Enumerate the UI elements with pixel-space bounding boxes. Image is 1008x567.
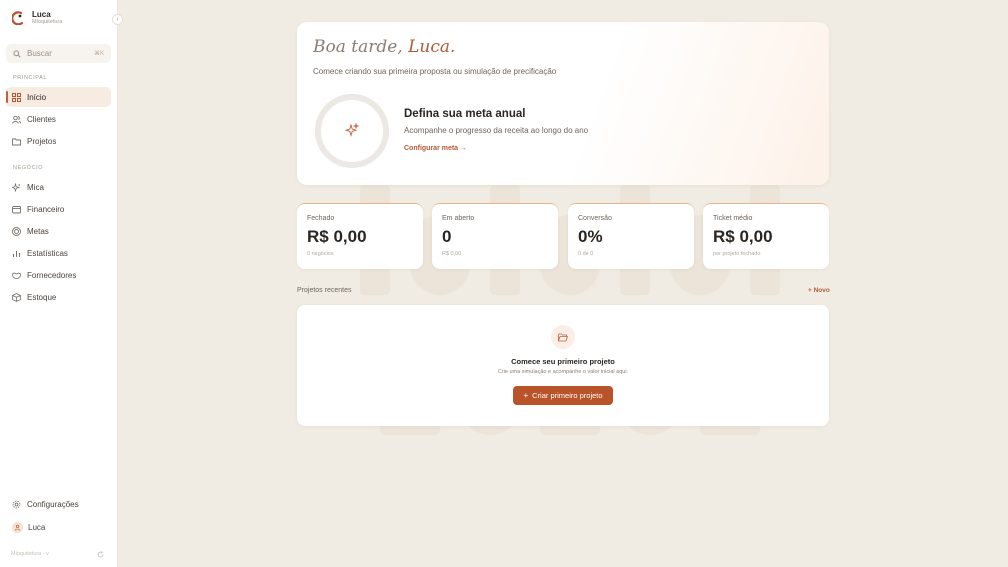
user-icon [14, 524, 21, 531]
wallet-icon [12, 205, 21, 213]
stat-label: Ticket médio [713, 215, 753, 222]
search-box[interactable]: ⌘K [6, 44, 111, 63]
gear-icon [12, 500, 21, 508]
stat-label: Em aberto [442, 215, 475, 222]
empty-state-title: Comece seu primeiro projeto [511, 357, 615, 366]
goal-subtitle: Acompanhe o progresso da receita ao long… [404, 126, 589, 135]
goal-title: Defina sua meta anual [404, 108, 526, 120]
logo-icon [12, 11, 24, 25]
sparkle-icon [344, 122, 360, 137]
goal-progress-ring [315, 94, 389, 168]
stat-note: 0 de 0 [578, 251, 594, 257]
greeting: Boa tarde, Luca. [313, 37, 455, 57]
configure-goal-link[interactable]: Configurar meta → [404, 145, 467, 152]
stat-note: R$ 0,00 [442, 251, 462, 257]
plus-icon: + [523, 391, 529, 400]
bar-chart-icon [13, 250, 20, 257]
sidebar-item-mica[interactable]: Mica [6, 177, 111, 197]
box-icon [12, 292, 21, 302]
sidebar-item-estatisticas[interactable]: Estatísticas [6, 243, 111, 263]
sidebar-footer-text: Mioquitetura · v [11, 551, 49, 557]
brand[interactable]: Luca Mioquitetura [12, 10, 62, 26]
users-icon [12, 115, 21, 124]
sidebar-item-clientes[interactable]: Clientes [6, 109, 111, 129]
grid-icon [12, 92, 21, 102]
stat-card-conversao: Conversão 0% 0 de 0 [568, 203, 694, 269]
hero-subtitle: Comece criando sua primeira proposta ou … [313, 67, 557, 76]
sidebar-item-fornecedores[interactable]: Fornecedores [6, 265, 111, 285]
sidebar-item-inicio[interactable]: Início [6, 87, 111, 107]
stat-card-fechado: Fechado R$ 0,00 0 negócios [297, 203, 423, 269]
refresh-icon[interactable] [97, 551, 104, 558]
search-shortcut: ⌘K [93, 51, 104, 57]
sidebar-item-label: Fornecedores [27, 270, 77, 280]
target-icon [12, 226, 21, 236]
stat-value: 0 [442, 227, 452, 246]
user-menu[interactable]: Luca [6, 517, 111, 537]
sidebar-item-label: Início [27, 92, 47, 102]
handshake-icon [12, 272, 21, 279]
folder-open-icon [558, 333, 568, 341]
sidebar-item-financeiro[interactable]: Financeiro [6, 199, 111, 219]
hero-card: Boa tarde, Luca. Comece criando sua prim… [297, 22, 829, 185]
search-icon [13, 49, 21, 58]
sidebar-item-label: Configurações [27, 499, 79, 509]
sidebar-item-estoque[interactable]: Estoque [6, 287, 111, 307]
section-label-business: NEGÓCIO [13, 165, 44, 171]
stat-card-em-aberto: Em aberto 0 R$ 0,00 [432, 203, 558, 269]
section-label-main: PRINCIPAL [13, 75, 48, 81]
greeting-prefix: Boa tarde, [313, 37, 403, 57]
sidebar-item-label: Metas [27, 226, 49, 236]
user-name: Luca [28, 522, 46, 532]
stat-value: R$ 0,00 [307, 227, 367, 246]
recent-projects-empty-state: Comece seu primeiro projeto Crie uma sim… [297, 305, 829, 426]
avatar [12, 521, 23, 533]
empty-state-subtitle: Crie uma simulação e acompanhe o valor i… [497, 369, 629, 375]
create-first-project-button[interactable]: + Criar primeiro projeto [513, 386, 613, 405]
folder-icon [12, 138, 21, 145]
sidebar-item-label: Financeiro [27, 204, 65, 214]
sidebar-item-label: Clientes [27, 114, 56, 124]
sidebar-item-configuracoes[interactable]: Configurações [6, 494, 111, 514]
sidebar-item-label: Mica [27, 182, 44, 192]
recent-projects-title: Projetos recentes [297, 287, 352, 294]
empty-state-icon [551, 325, 575, 349]
stat-label: Fechado [307, 215, 335, 222]
create-first-project-label: Criar primeiro projeto [532, 391, 603, 400]
new-project-link[interactable]: + Novo [808, 287, 830, 294]
sidebar-item-metas[interactable]: Metas [6, 221, 111, 241]
search-input[interactable] [27, 49, 87, 58]
sidebar-item-label: Projetos [27, 136, 57, 146]
sparkle-icon [12, 182, 21, 192]
stat-label: Conversão [578, 215, 612, 222]
stat-value: 0% [578, 227, 603, 246]
greeting-name: Luca. [408, 37, 456, 57]
collapse-sidebar-button[interactable]: ‹ [112, 14, 123, 25]
sidebar-item-label: Estatísticas [27, 248, 68, 258]
stat-note: por projeto fechado [713, 251, 761, 257]
brand-subtitle: Mioquitetura [32, 19, 63, 25]
sidebar: Luca Mioquitetura ⌘K PRINCIPAL Início Cl… [0, 0, 118, 567]
stat-value: R$ 0,00 [713, 227, 773, 246]
brand-name: Luca [32, 10, 51, 19]
stat-note: 0 negócios [307, 251, 334, 257]
sidebar-item-label: Estoque [27, 292, 57, 302]
stat-card-ticket-medio: Ticket médio R$ 0,00 por projeto fechado [703, 203, 829, 269]
sidebar-item-projetos[interactable]: Projetos [6, 131, 111, 151]
